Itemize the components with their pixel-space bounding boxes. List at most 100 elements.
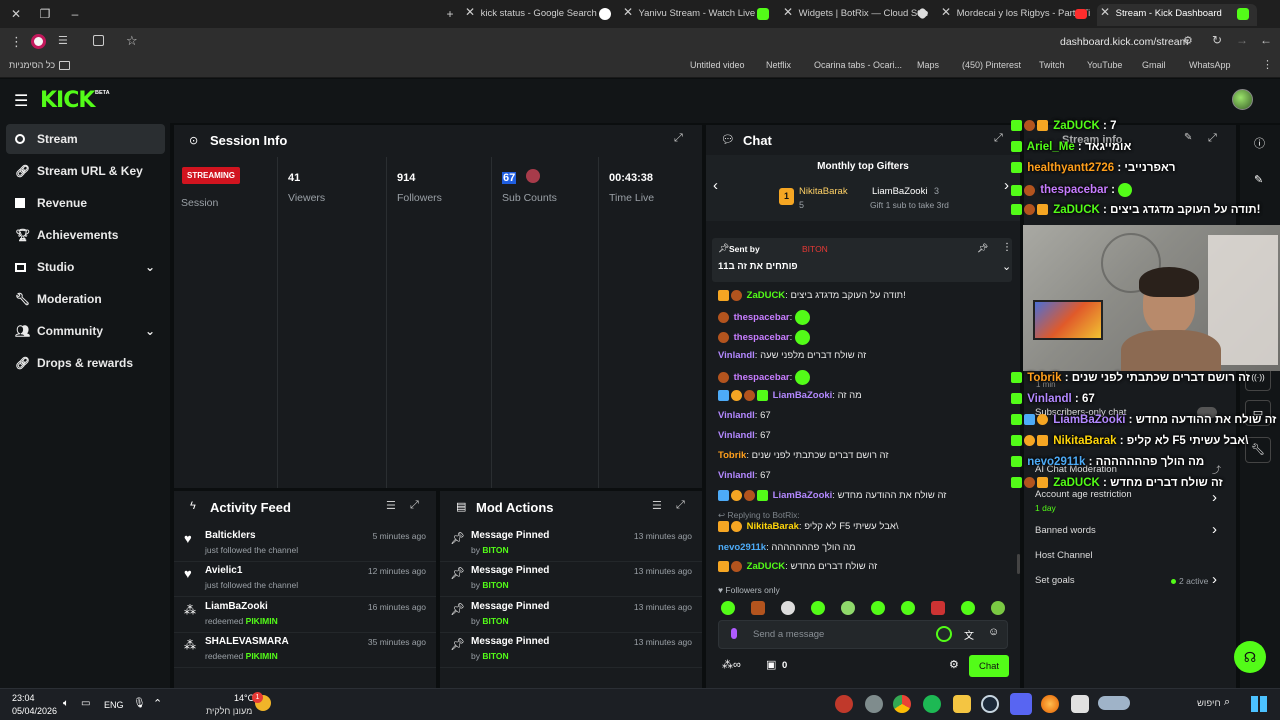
activity-user[interactable]: SHALEVASMARA <box>205 636 289 647</box>
emote-icon[interactable] <box>811 601 825 615</box>
chat-user[interactable]: thespacebar <box>734 312 790 323</box>
bookmark-star-icon[interactable]: ☆ <box>126 33 138 49</box>
chat-settings-icon[interactable]: ⚙ <box>949 658 959 671</box>
minimize-window-icon[interactable]: – <box>67 6 83 22</box>
expand-icon[interactable]: ⤢ <box>994 132 1003 145</box>
pinned-user[interactable]: BITON <box>802 244 828 254</box>
emote-icon[interactable] <box>901 601 915 615</box>
file-explorer-icon[interactable] <box>953 695 971 713</box>
kick-emote-icon[interactable] <box>936 626 952 642</box>
close-tab-icon[interactable]: ✕ <box>1097 4 1113 20</box>
browser-tab[interactable]: ✕ Yanivu Stream - Watch Live on <box>620 4 775 26</box>
chat-user[interactable]: LiamBaZooki <box>773 390 833 401</box>
window-app-icon[interactable] <box>1071 695 1089 713</box>
sidebar-item-achievements[interactable]: 🏆︎ Achievements <box>6 220 165 250</box>
send-chat-button[interactable]: Chat <box>969 655 1009 677</box>
emote-icon[interactable] <box>841 601 855 615</box>
settings-app-icon[interactable] <box>865 695 883 713</box>
browser-tab[interactable]: ✕ Mordecai y los Rigbys - Party Ti <box>938 4 1093 26</box>
close-window-icon[interactable]: ✕ <box>8 6 24 22</box>
chat-input[interactable]: Send a message 文 ☺ <box>718 620 1008 649</box>
sidebar-item-community[interactable]: 👥︎ Community ⌄ <box>6 316 165 346</box>
windows-start-icon[interactable] <box>1251 696 1267 712</box>
edit-icon[interactable]: ✎ <box>1184 132 1192 143</box>
expand-icon[interactable]: ⤢ <box>676 499 685 512</box>
chevron-left-icon[interactable]: ‹ <box>713 177 718 194</box>
chat-user[interactable]: LiamBaZooki <box>773 490 833 501</box>
gifter-name[interactable]: NikitaBarak <box>799 186 848 197</box>
activity-user[interactable]: Avielic1 <box>205 565 242 576</box>
mod-user[interactable]: BITON <box>482 580 508 590</box>
sidebar-item-studio[interactable]: Studio ⌄ <box>6 252 165 282</box>
close-tab-icon[interactable]: ✕ <box>780 4 796 20</box>
bookmark-item[interactable]: Maps <box>917 60 939 70</box>
bookmark-item[interactable]: Ocarina tabs - Ocari... <box>814 60 902 70</box>
user-avatar[interactable] <box>1232 89 1253 110</box>
close-tab-icon[interactable]: ✕ <box>938 4 954 20</box>
new-tab-icon[interactable]: + <box>442 6 458 22</box>
sidebar-item-moderation[interactable]: 🔧︎ Moderation <box>6 284 165 314</box>
restore-window-icon[interactable]: ❐ <box>37 6 53 22</box>
gifter2-name[interactable]: LiamBaZooki <box>872 186 927 197</box>
pencil-icon[interactable]: ✎ <box>1254 173 1263 186</box>
app-icon[interactable] <box>835 695 853 713</box>
setting-row[interactable]: Host Channel <box>1024 546 1236 568</box>
expand-icon[interactable]: ⤢ <box>674 132 683 145</box>
car-app-icon[interactable] <box>1098 696 1130 710</box>
setting-row[interactable]: Account age restriction 1 day › <box>1024 487 1236 519</box>
expand-icon[interactable]: ⤢ <box>410 499 419 512</box>
browser-tab[interactable]: ✕ kick status - Google Search <box>462 4 617 26</box>
chat-user[interactable]: NikitaBarak <box>747 521 799 532</box>
sidebar-item-drops[interactable]: 🔗︎ Drops & rewards <box>6 348 165 378</box>
spotify-icon[interactable] <box>923 695 941 713</box>
setting-row[interactable]: Set goals 2 active › <box>1024 571 1236 593</box>
language-indicator[interactable]: ENG <box>104 700 124 710</box>
kick-logo[interactable]: KICK <box>40 88 95 113</box>
back-icon[interactable]: ← <box>1260 33 1272 47</box>
tune-icon[interactable]: ☰ <box>58 34 68 47</box>
chat-user[interactable]: nevo2911k <box>718 542 766 553</box>
forward-icon[interactable]: → <box>1236 33 1248 47</box>
browser-tab-active[interactable]: ✕ Stream - Kick Dashboard <box>1097 4 1257 26</box>
chevron-right-icon[interactable]: › <box>1004 177 1009 194</box>
sidebar-item-stream-url[interactable]: 🔗︎ Stream URL & Key <box>6 156 165 186</box>
mic-icon[interactable] <box>731 628 737 639</box>
emote-icon[interactable] <box>781 601 795 615</box>
chat-user[interactable]: Vinlandl <box>718 350 755 361</box>
chevron-down-icon[interactable]: ⌄ <box>1002 260 1011 273</box>
more-bookmarks-icon[interactable]: ⋮ <box>1262 58 1273 71</box>
mic-icon[interactable]: 🎙︎ <box>133 698 146 709</box>
bookmark-item[interactable]: Twitch <box>1039 60 1065 70</box>
scrollbar[interactable] <box>1017 554 1020 574</box>
wrench-icon[interactable]: 🔧︎ <box>1245 437 1271 463</box>
search-icon[interactable]: ⌕ <box>1224 696 1230 709</box>
chrome-icon[interactable] <box>893 695 911 713</box>
chat-user[interactable]: Vinlandl <box>718 410 755 421</box>
chat-user[interactable]: Tobrik <box>718 450 746 461</box>
filter-icon[interactable]: ☰ <box>652 499 662 512</box>
chat-user[interactable]: Vinlandl <box>718 430 755 441</box>
sidebar-item-revenue[interactable]: Revenue <box>6 188 165 218</box>
profile-avatar[interactable] <box>31 34 46 49</box>
clock-date[interactable]: 05/04/2026 <box>12 706 57 716</box>
chat-user[interactable]: thespacebar <box>734 332 790 343</box>
emote-icon[interactable] <box>991 601 1005 615</box>
menu-dots-icon[interactable]: ⋮ <box>10 34 23 50</box>
unpin-icon[interactable]: 📌︎ <box>977 243 988 254</box>
gift-cta[interactable]: Gift 1 sub to take 3rd <box>870 200 949 210</box>
bookmark-item[interactable]: WhatsApp <box>1189 60 1231 70</box>
bookmark-item[interactable]: (450) Pinterest <box>962 60 1021 70</box>
firefox-icon[interactable] <box>1041 695 1059 713</box>
hamburger-menu-icon[interactable]: ☰ <box>14 91 28 111</box>
more-icon[interactable]: ⋮ <box>1002 242 1012 253</box>
browser-tab[interactable]: ✕ Widgets | BotRix — Cloud Stre <box>780 4 935 26</box>
chat-user[interactable]: ZaDUCK <box>747 290 786 301</box>
address-url[interactable]: dashboard.kick.com/stream <box>1060 36 1188 48</box>
extensions-icon[interactable] <box>93 35 104 46</box>
activity-user[interactable]: Balticklers <box>205 530 256 541</box>
site-settings-icon[interactable]: ⚙ <box>1183 34 1193 47</box>
mod-user[interactable]: BITON <box>482 616 508 626</box>
emote-icon[interactable] <box>961 601 975 615</box>
close-tab-icon[interactable]: ✕ <box>620 4 636 20</box>
reload-icon[interactable]: ↻ <box>1212 33 1222 47</box>
